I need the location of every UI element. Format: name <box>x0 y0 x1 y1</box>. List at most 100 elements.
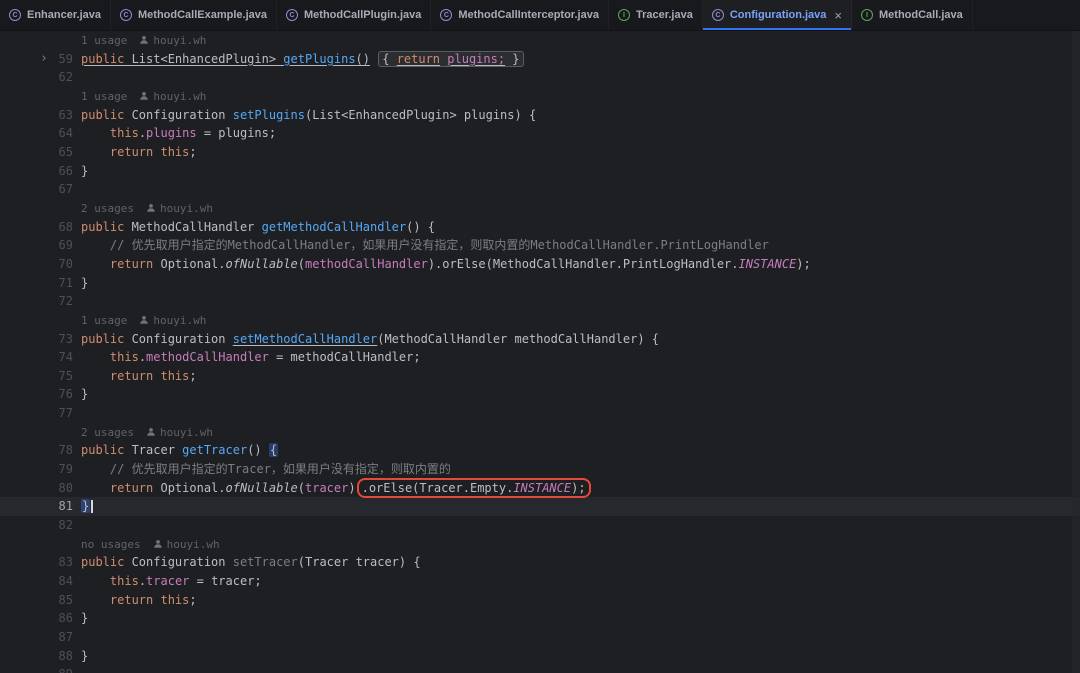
code-row[interactable]: 80 return Optional.ofNullable(tracer) .or… <box>0 477 1080 498</box>
editor[interactable]: 1 usage houyi.wh 59 › public List<EnhancedPl… <box>0 31 1080 673</box>
tab-label: MethodCallExample.java <box>138 9 267 21</box>
code-line: public Configuration setMethodCallHandle… <box>81 331 659 346</box>
code-row[interactable]: 65 return this; <box>0 143 1080 162</box>
tab-enhancer-java[interactable]: C Enhancer.java <box>0 0 111 30</box>
author-hint[interactable]: houyi.wh <box>153 90 206 103</box>
inlay-row[interactable]: 1 usage houyi.wh <box>0 311 1080 330</box>
code-row[interactable]: 76} <box>0 385 1080 404</box>
author-hint[interactable]: houyi.wh <box>160 202 213 215</box>
annotation-box: .orElse(Tracer.Empty.INSTANCE); <box>356 477 591 498</box>
tab-label: MethodCallInterceptor.java <box>458 9 599 21</box>
code-row[interactable]: 68 public MethodCallHandler getMethodCall… <box>0 218 1080 237</box>
code-row[interactable]: 63 public Configuration setPlugins(List<E… <box>0 106 1080 125</box>
line-number: 65 <box>58 144 73 159</box>
author-icon <box>153 536 163 555</box>
close-tab-icon[interactable]: × <box>834 9 842 22</box>
code-row[interactable]: 87 <box>0 628 1080 647</box>
class-icon: C <box>440 9 453 21</box>
code-row[interactable]: 66} <box>0 162 1080 181</box>
code-row[interactable]: 59 › public List<EnhancedPlugin> getPlugin… <box>0 50 1080 69</box>
code-row[interactable]: 83 public Configuration setTracer(Tracer … <box>0 553 1080 572</box>
code-row[interactable]: 69 // 优先取用户指定的MethodCallHandler，如果用户没有指定… <box>0 236 1080 255</box>
inlay-row[interactable]: 2 usages houyi.wh <box>0 199 1080 218</box>
class-icon: C <box>120 9 132 21</box>
tab-methodcallplugin-java[interactable]: C MethodCallPlugin.java <box>277 0 432 30</box>
code-row[interactable]: 81} <box>0 497 1080 517</box>
inlay-row[interactable]: 1 usage houyi.wh <box>0 31 1080 50</box>
text-caret <box>91 500 94 514</box>
code-row[interactable]: 78 public Tracer getTracer() { <box>0 441 1080 460</box>
code-line: } <box>81 611 89 626</box>
inlay-row[interactable]: 2 usages houyi.wh <box>0 423 1080 442</box>
author-icon <box>139 312 149 331</box>
code-line: public Configuration setPlugins(List<Enh… <box>81 107 537 122</box>
line-number: 59 › <box>0 50 77 69</box>
usages-hint[interactable]: 1 usage <box>81 90 127 103</box>
line-number <box>0 87 77 106</box>
code-row[interactable]: 72 <box>0 292 1080 311</box>
author-hint[interactable]: houyi.wh <box>153 34 206 47</box>
code-row[interactable]: 77 <box>0 404 1080 423</box>
code-row[interactable]: 73 public Configuration setMethodCallHand… <box>0 330 1080 349</box>
code-row[interactable]: 82 <box>0 516 1080 535</box>
code-line: } <box>81 387 89 402</box>
line-number: 82 <box>58 518 73 533</box>
author-hint[interactable]: houyi.wh <box>167 538 220 551</box>
usages-hint[interactable]: 2 usages <box>81 202 134 215</box>
usages-hint[interactable]: 1 usage <box>81 34 127 47</box>
tab-label: MethodCallPlugin.java <box>304 9 422 21</box>
tab-label: Tracer.java <box>635 9 693 21</box>
line-number: 72 <box>58 294 73 309</box>
code-line: return this; <box>109 144 197 159</box>
code-row[interactable]: 79 // 优先取用户指定的Tracer，如果用户没有指定，则取内置的 <box>0 460 1080 479</box>
line-number: 84 <box>58 574 73 589</box>
folded-code-region[interactable]: { return plugins; } <box>378 50 524 67</box>
line-number: 68 <box>58 219 73 234</box>
code-row[interactable]: 74 this.methodCallHandler = methodCallHa… <box>0 348 1080 367</box>
line-number <box>0 199 77 218</box>
tab-methodcallexample-java[interactable]: C MethodCallExample.java <box>111 0 277 30</box>
tab-tracer-java[interactable]: I Tracer.java <box>609 0 703 30</box>
code-vision-hint: 1 usage houyi.wh <box>77 311 1080 330</box>
inlay-row[interactable]: 1 usage houyi.wh <box>0 87 1080 106</box>
code-row[interactable]: 75 return this; <box>0 367 1080 386</box>
code-line: // 优先取用户指定的MethodCallHandler，如果用户没有指定，则取… <box>109 238 769 253</box>
line-number: 77 <box>58 406 73 421</box>
scrollbar-track[interactable] <box>1072 31 1080 673</box>
line-number: 89 <box>0 665 77 673</box>
code-line: public List<EnhancedPlugin> getPlugins()… <box>77 50 1080 69</box>
code-row[interactable]: 70 return Optional.ofNullable(methodCall… <box>0 255 1080 274</box>
line-number <box>0 31 77 50</box>
tab-methodcall-java[interactable]: I MethodCall.java <box>852 0 973 30</box>
line-number <box>0 423 77 442</box>
usages-hint[interactable]: no usages <box>81 538 141 551</box>
code-row[interactable]: 86} <box>0 609 1080 628</box>
code-row[interactable]: 89 <box>0 665 1080 673</box>
usages-hint[interactable]: 1 usage <box>81 314 127 327</box>
usages-hint[interactable]: 2 usages <box>81 426 134 439</box>
code-row[interactable]: 84 this.tracer = tracer; <box>0 572 1080 591</box>
code-row[interactable]: 85 return this; <box>0 591 1080 610</box>
author-icon <box>146 200 156 219</box>
fold-arrow-icon[interactable]: › <box>40 50 48 69</box>
code-line: this.plugins = plugins; <box>109 126 277 141</box>
code-row[interactable]: 71} <box>0 274 1080 293</box>
tab-configuration-java[interactable]: C Configuration.java × <box>702 0 852 30</box>
class-icon: C <box>286 9 298 21</box>
inlay-row[interactable]: no usages houyi.wh <box>0 535 1080 554</box>
code-row[interactable]: 62 <box>0 68 1080 87</box>
code-row[interactable]: 67 <box>0 180 1080 199</box>
line-number <box>0 311 77 330</box>
code-row[interactable]: 64 this.plugins = plugins; <box>0 124 1080 143</box>
tab-methodcallinterceptor-java[interactable]: C MethodCallInterceptor.java <box>431 0 609 30</box>
code-line: } <box>77 497 1080 516</box>
author-hint[interactable]: houyi.wh <box>160 426 213 439</box>
code-line: // 优先取用户指定的Tracer，如果用户没有指定，则取内置的 <box>109 462 451 477</box>
code-line: } <box>81 163 89 178</box>
code-row[interactable]: 88} <box>0 647 1080 666</box>
author-hint[interactable]: houyi.wh <box>153 314 206 327</box>
editor-lines: 1 usage houyi.wh 59 › public List<EnhancedPl… <box>0 31 1080 673</box>
